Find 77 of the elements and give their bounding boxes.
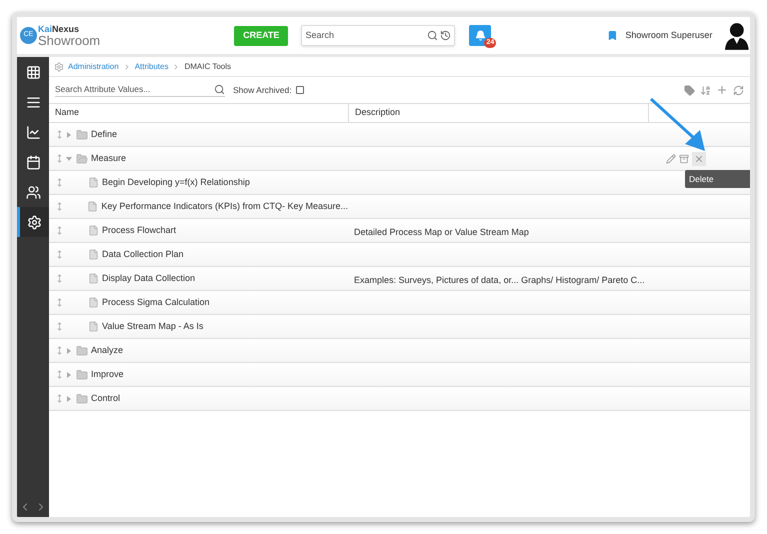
history-icon[interactable] xyxy=(440,30,452,41)
people-icon xyxy=(26,184,40,200)
drag-handle-icon[interactable] xyxy=(55,202,64,211)
attribute-name[interactable]: Data Collection Plan xyxy=(102,248,184,262)
file-icon xyxy=(88,177,99,188)
refresh-icon[interactable] xyxy=(733,84,744,96)
breadcrumb-link[interactable]: Attributes xyxy=(134,60,168,72)
chart-icon xyxy=(26,124,40,140)
list-icon xyxy=(26,94,40,110)
attribute-name[interactable]: Improve xyxy=(91,368,124,382)
attribute-name[interactable]: Analyze xyxy=(91,344,124,358)
add-icon[interactable] xyxy=(716,84,728,96)
drag-handle-icon[interactable] xyxy=(55,130,64,139)
attribute-name[interactable]: Value Stream Map - As Is xyxy=(102,320,204,334)
search-icon[interactable] xyxy=(214,84,225,95)
column-header[interactable]: Description xyxy=(349,104,649,122)
attribute-description: Detailed Process Map or Value Stream Map xyxy=(354,226,529,236)
edit-icon[interactable] xyxy=(666,154,676,164)
folder-icon xyxy=(76,344,88,356)
file-icon xyxy=(87,201,98,212)
drag-handle-icon[interactable] xyxy=(55,370,64,379)
attribute-name[interactable]: Control xyxy=(91,392,120,406)
calendar-icon xyxy=(26,154,40,170)
attribute-name[interactable]: Process Sigma Calculation xyxy=(102,296,210,310)
drag-handle-icon[interactable] xyxy=(55,394,64,403)
file-icon xyxy=(88,321,99,332)
folder-icon xyxy=(76,128,88,140)
search-input[interactable]: Search xyxy=(305,28,428,42)
delete-button[interactable] xyxy=(692,152,706,166)
drag-handle-icon[interactable] xyxy=(55,178,64,187)
attribute-name[interactable]: Process Flowchart xyxy=(102,224,176,238)
drag-handle-icon[interactable] xyxy=(55,322,64,331)
close-icon xyxy=(694,154,704,164)
expand-icon[interactable] xyxy=(66,348,72,354)
show-archived-label: Show Archived: xyxy=(233,84,292,96)
sort-icon[interactable] xyxy=(700,84,711,96)
folder-icon xyxy=(76,368,88,380)
drag-handle-icon[interactable] xyxy=(55,250,64,259)
settings-icon xyxy=(54,62,64,72)
bell-icon xyxy=(474,30,486,41)
show-archived-checkbox[interactable] xyxy=(296,86,304,94)
search-icon[interactable] xyxy=(427,30,438,41)
file-icon xyxy=(88,249,99,260)
drag-handle-icon[interactable] xyxy=(55,154,64,163)
workspace-name: Showroom xyxy=(38,34,100,46)
bookmark-icon[interactable] xyxy=(607,30,618,41)
collapse-icon[interactable] xyxy=(66,156,72,162)
attribute-name[interactable]: Measure xyxy=(91,152,126,166)
sidebar-item[interactable] xyxy=(17,207,49,237)
tooltip: Delete xyxy=(685,170,750,188)
expand-icon[interactable] xyxy=(66,396,72,402)
file-icon xyxy=(88,273,99,284)
settings-icon xyxy=(27,214,42,230)
avatar-icon[interactable] xyxy=(724,22,750,50)
drag-handle-icon[interactable] xyxy=(55,274,64,283)
expand-icon[interactable] xyxy=(66,372,72,378)
search-field[interactable]: Search xyxy=(301,25,456,46)
breadcrumb-link[interactable]: Administration xyxy=(68,60,119,72)
grid-icon xyxy=(26,64,40,80)
archive-icon[interactable] xyxy=(679,154,689,164)
open-folder-icon xyxy=(76,152,88,164)
file-icon xyxy=(88,297,99,308)
tag-icon[interactable] xyxy=(684,84,695,96)
folder-icon xyxy=(76,392,88,404)
brand-name: KaiNexus xyxy=(38,24,80,34)
attribute-description: Examples: Surveys, Pictures of data, or... Graphs/ Histogram/ Pareto C... xyxy=(354,274,645,284)
attribute-name[interactable]: Display Data Collection xyxy=(102,272,196,286)
column-header[interactable]: Name xyxy=(49,104,349,122)
drag-handle-icon[interactable] xyxy=(55,226,64,235)
file-icon xyxy=(88,225,99,236)
expand-icon[interactable] xyxy=(66,132,72,138)
attribute-name[interactable]: Define xyxy=(91,128,118,142)
drag-handle-icon[interactable] xyxy=(55,298,64,307)
drag-handle-icon[interactable] xyxy=(55,346,64,355)
user-name[interactable]: Showroom Superuser xyxy=(625,28,712,42)
breadcrumb-current: DMAIC Tools xyxy=(184,60,232,72)
attribute-name[interactable]: Begin Developing y=f(x) Relationship xyxy=(102,176,250,190)
